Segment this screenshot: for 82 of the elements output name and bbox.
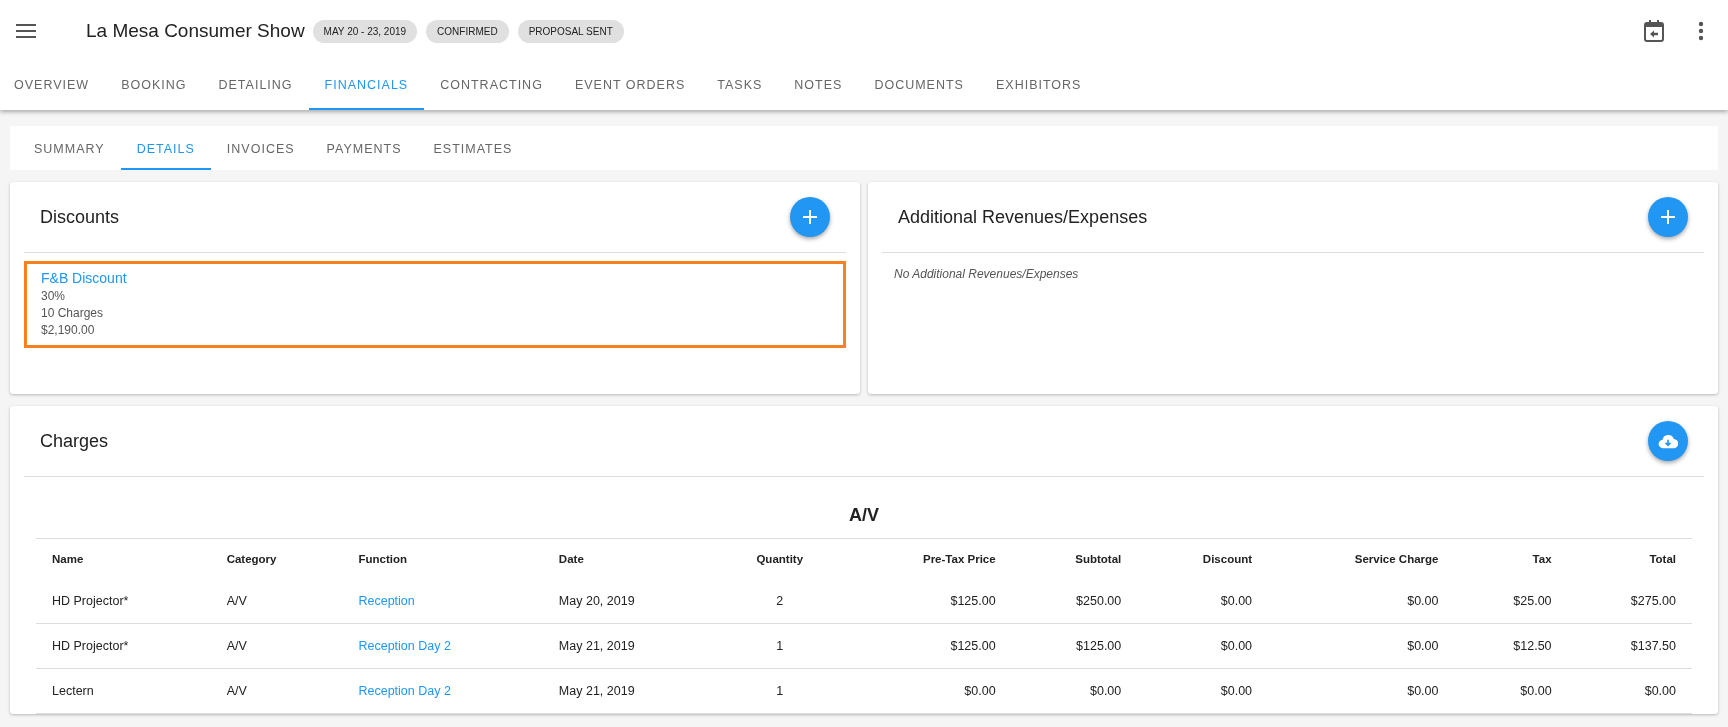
table-cell: $0.00 xyxy=(843,668,1012,714)
nav-tab[interactable]: NOTES xyxy=(778,62,859,110)
table-cell: A/V xyxy=(210,623,343,669)
table-cell: $0.00 xyxy=(1137,668,1269,714)
sub-tab[interactable]: DETAILS xyxy=(120,126,211,170)
table-cell: $25.00 xyxy=(1454,579,1568,624)
add-button[interactable] xyxy=(790,197,830,237)
nav-tab[interactable]: FINANCIALS xyxy=(308,62,425,110)
table-cell: $0.00 xyxy=(1011,668,1138,714)
column-header: Service Charge xyxy=(1353,552,1440,567)
card-title: Discounts xyxy=(40,206,120,228)
table-cell: $275.00 xyxy=(1567,579,1692,624)
function-link[interactable]: Reception Day 2 xyxy=(342,623,543,669)
table-cell: HD Projector* xyxy=(36,579,211,624)
nav-tab[interactable]: DETAILING xyxy=(202,62,309,110)
status-chip: PROPOSAL SENT xyxy=(517,19,624,43)
function-link[interactable]: Reception Day 2 xyxy=(342,668,543,714)
nav-tab[interactable]: OVERVIEW xyxy=(0,62,106,110)
table-cell: A/V xyxy=(210,668,343,714)
sub-tab[interactable]: PAYMENTS xyxy=(310,126,418,170)
table-cell: $0.00 xyxy=(1137,623,1269,669)
column-header: Quantity xyxy=(755,552,805,567)
table-cell: $0.00 xyxy=(1454,668,1568,714)
table-cell: $12.50 xyxy=(1454,623,1568,669)
card-title: Charges xyxy=(40,430,109,452)
column-header: Name xyxy=(51,552,85,567)
table-cell: May 21, 2019 xyxy=(542,668,717,714)
nav-tab[interactable]: CONTRACTING xyxy=(424,62,559,110)
column-header: Subtotal xyxy=(1074,552,1123,567)
table-cell: $0.00 xyxy=(1268,579,1455,624)
plus-icon xyxy=(1661,210,1675,224)
menu-icon[interactable] xyxy=(16,24,36,38)
plus-icon xyxy=(803,210,817,224)
column-header: Pre-Tax Price xyxy=(921,552,997,567)
event-title: La Mesa Consumer Show xyxy=(86,20,305,42)
table-cell: $125.00 xyxy=(843,579,1012,624)
table-cell: $0.00 xyxy=(1567,668,1692,714)
table-cell: HD Projector* xyxy=(36,623,211,669)
nav-tab[interactable]: EVENT ORDERS xyxy=(558,62,702,110)
discount-amount: $2,190.00 xyxy=(41,322,95,339)
group-heading: A/V xyxy=(36,477,1692,539)
table-cell: $0.00 xyxy=(1268,668,1455,714)
table-cell: $125.00 xyxy=(843,623,1012,669)
table-cell: $125.00 xyxy=(1011,623,1138,669)
nav-tab[interactable]: DOCUMENTS xyxy=(858,62,980,110)
table-cell: 1 xyxy=(716,623,844,669)
add-button[interactable] xyxy=(1648,197,1688,237)
download-button[interactable] xyxy=(1648,421,1688,461)
sub-tab[interactable]: ESTIMATES xyxy=(417,126,529,170)
cloud-download-icon xyxy=(1658,433,1678,449)
function-link[interactable]: Reception xyxy=(342,579,543,624)
table-cell: $0.00 xyxy=(1137,579,1269,624)
table-cell: $250.00 xyxy=(1011,579,1138,624)
sub-tab[interactable]: INVOICES xyxy=(210,126,311,170)
column-header: Category xyxy=(225,552,278,567)
nav-tab[interactable]: BOOKING xyxy=(105,62,203,110)
table-cell: A/V xyxy=(210,579,343,624)
sub-tab[interactable]: SUMMARY xyxy=(18,126,121,170)
column-header: Function xyxy=(357,552,408,567)
column-header: Date xyxy=(557,552,585,567)
table-cell: Lectern xyxy=(36,668,211,714)
calendar-icon[interactable] xyxy=(1644,20,1664,42)
table-cell: 2 xyxy=(716,579,844,624)
table-cell: May 20, 2019 xyxy=(542,579,717,624)
status-chip: CONFIRMED xyxy=(426,19,509,43)
status-chip: MAY 20 - 23, 2019 xyxy=(312,19,418,43)
discount-percent: 30% xyxy=(41,288,66,305)
table-cell: $0.00 xyxy=(1268,623,1455,669)
empty-message: No Additional Revenues/Expenses xyxy=(893,266,1080,283)
discount-name[interactable]: F&B Discount xyxy=(41,270,127,286)
table-cell: May 21, 2019 xyxy=(542,623,717,669)
discount-item[interactable]: F&B Discount 30% 10 Charges $2,190.00 xyxy=(24,261,846,348)
card-title: Additional Revenues/Expenses xyxy=(898,206,1148,228)
table-cell: $137.50 xyxy=(1567,623,1692,669)
table-cell: 1 xyxy=(716,668,844,714)
more-icon[interactable] xyxy=(1698,21,1704,41)
nav-tab[interactable]: EXHIBITORS xyxy=(979,62,1098,110)
nav-tab[interactable]: TASKS xyxy=(701,62,779,110)
discount-charges: 10 Charges xyxy=(41,305,104,322)
column-header: Discount xyxy=(1201,552,1254,567)
column-header: Tax xyxy=(1531,552,1553,567)
column-header: Total xyxy=(1648,552,1677,567)
